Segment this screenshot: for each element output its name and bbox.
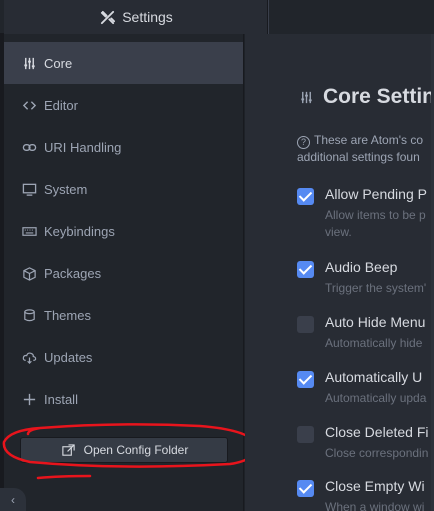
setting-title: Close Deleted Fi [325,424,429,440]
sidebar-item-label: Themes [44,307,91,323]
sidebar-item-label: URI Handling [44,139,122,155]
sidebar-item-core[interactable]: Core [4,42,243,84]
open-config-folder-button[interactable]: Open Config Folder [20,437,228,463]
paintcan-icon [20,306,38,324]
setting-description: Allow items to be p view. [325,207,426,241]
plus-icon [20,390,38,408]
sidebar-item-label: Install [44,391,78,407]
setting-desc-line-1: Allow items to be p [325,208,426,222]
link-icon [20,138,38,156]
setting-checkbox[interactable] [297,371,314,388]
tools-icon [98,8,116,26]
setting-checkbox[interactable] [297,188,314,205]
settings-panel: Core Settings ? These are Atom's co addit… [245,34,434,511]
sidebar-item-themes[interactable]: Themes [4,294,243,336]
setting-title: Allow Pending P [325,186,427,202]
sidebar-item-label: Updates [44,349,93,365]
sidebar-item-updates[interactable]: Updates [4,336,243,378]
tab-bar: Settings [0,0,434,34]
tab-label: Settings [122,9,173,25]
sidebar-item-label: Editor [44,97,78,113]
link-external-icon [60,441,78,459]
config-button-label: Open Config Folder [83,443,189,457]
sidebar-item-packages[interactable]: Packages [4,252,243,294]
sidebar-item-keybindings[interactable]: Keybindings [4,210,243,252]
sidebar-item-install[interactable]: Install [4,378,243,420]
device-desktop-icon [20,180,38,198]
section-description: ? These are Atom's co additional settings… [297,132,434,166]
collapse-sidebar-button[interactable]: ‹ [0,488,26,511]
sidebar-item-label: Packages [44,265,102,281]
settings-sliders-icon [20,54,38,72]
sidebar-item-label: Keybindings [44,223,115,239]
chevron-left-icon: ‹ [11,492,15,507]
setting-title: Audio Beep [325,259,398,275]
sidebar-item-system[interactable]: System [4,168,243,210]
setting-description: Close correspondin [325,446,429,460]
description-line-1: These are Atom's co [314,133,424,147]
setting-description: Trigger the system' [325,281,427,295]
setting-checkbox[interactable] [297,316,314,333]
tab-settings[interactable]: Settings [4,0,268,34]
section-title: Core Settings [297,85,434,109]
setting-checkbox[interactable] [297,426,314,443]
setting-checkbox[interactable] [297,261,314,278]
setting-desc-line-2: view. [325,225,352,239]
setting-description: When a window wi [325,500,425,511]
section-title-text: Core Settings [323,85,434,108]
code-icon [20,96,38,114]
setting-description: Automatically upda [325,391,427,405]
sidebar-item-editor[interactable]: Editor [4,84,243,126]
package-icon [20,264,38,282]
setting-title: Auto Hide Menu [325,314,426,330]
tab-bar-empty [268,0,434,34]
setting-checkbox[interactable] [297,480,314,497]
description-line-2: additional settings foun [297,150,420,164]
setting-title: Automatically U [325,369,423,385]
question-icon: ? [297,136,310,149]
setting-title: Close Empty Wi [325,478,425,494]
setting-description: Automatically hide [325,336,423,350]
settings-sliders-icon [297,88,315,106]
keyboard-icon [20,222,38,240]
cloud-download-icon [20,348,38,366]
sidebar-item-uri-handling[interactable]: URI Handling [4,126,243,168]
settings-sidebar: Core Editor URI Handling System Keybindi… [4,34,244,511]
sidebar-item-label: System [44,181,88,197]
sidebar-item-label: Core [44,55,73,71]
